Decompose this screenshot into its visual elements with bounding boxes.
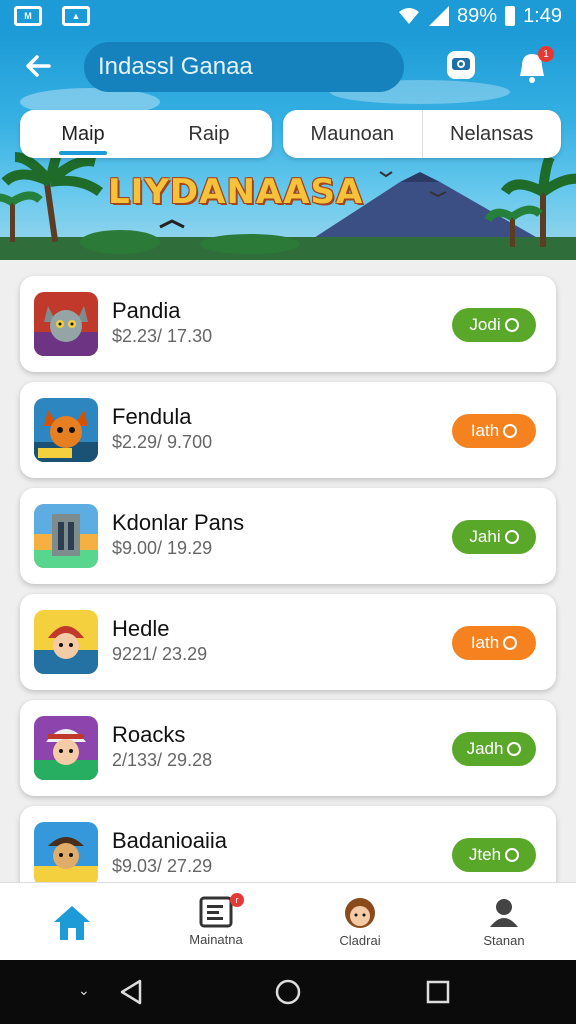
get-button[interactable]: Jodi [452,308,536,342]
notification-badge: 1 [538,46,554,62]
app-name: Kdonlar Pans [112,510,245,535]
nav-label: Stanan [483,933,525,948]
app-price: $9.00/ 19.29 [112,538,213,558]
list-item[interactable]: Hedle 9221/ 23.29 Iath [20,594,556,690]
back-button[interactable] [20,48,56,84]
status-bar: M ▲ 89% 1:49 [0,0,576,32]
app-name: Fendula [112,404,192,429]
tab-group-left: Maip Raip [20,110,272,158]
get-button[interactable]: Jadh [452,732,536,766]
app-notification-icon: ▲ [62,6,90,26]
search-field[interactable]: Indassl Ganaa [84,42,404,92]
tab-group-right: Maunoan Nelansas [283,110,561,158]
app-name: Badanioaiia [112,828,227,853]
get-button-label: Jodi [469,315,501,334]
signal-icon [429,6,450,26]
list-item[interactable]: Pandia $2.23/ 17.30 Jodi [20,276,556,372]
camera-button[interactable] [442,46,480,84]
pirate-character-icon [34,822,98,882]
clock: 1:49 [523,4,562,27]
battery-text: 89% [457,4,498,27]
recents-nav-icon[interactable] [426,980,450,1004]
tab-raip[interactable]: Raip [146,110,272,158]
arrow-left-icon [26,55,51,77]
battery-icon [505,6,516,26]
tab-maunoan[interactable]: Maunoan [283,110,422,158]
system-nav-bar: ⌄ [0,960,576,1024]
building-icon [34,504,98,568]
app-name: Pandia [112,298,181,323]
warrior-character-icon [34,610,98,674]
app-list: Pandia $2.23/ 17.30 Jodi Fendula $2.29/ … [0,260,576,882]
keyboard-toggle-icon[interactable]: ⌄ [78,982,90,999]
get-button-label: Jahi [469,527,501,546]
search-text: Indassl Ganaa [98,53,253,80]
elf-character-icon [34,716,98,780]
app-name: Roacks [112,722,186,747]
wifi-icon [399,8,420,24]
nav-stanan[interactable]: Stanan [432,883,576,960]
get-button-label: Jadh [466,739,504,758]
check-icon [503,424,518,438]
home-icon [54,905,90,940]
check-icon [503,636,518,650]
app-price: $2.23/ 17.30 [112,326,213,346]
back-nav-icon[interactable] [118,978,144,1006]
camera-icon [447,51,475,79]
get-button[interactable]: Jteh [452,838,536,872]
app-price: 9221/ 23.29 [112,644,208,664]
profile-icon [490,899,518,927]
cat-character-icon [34,292,98,356]
nav-home[interactable] [0,883,144,960]
news-icon [199,896,233,928]
nav-label: Cladrai [339,933,381,948]
avatar-icon [345,898,375,928]
check-icon [504,318,519,332]
check-icon [504,530,519,544]
fox-character-icon [34,398,98,462]
get-button-label: Jteh [468,845,502,864]
list-item[interactable]: Kdonlar Pans $9.00/ 19.29 Jahi [20,488,556,584]
tab-maip[interactable]: Maip [20,110,146,158]
app-price: 2/133/ 29.28 [112,750,213,770]
get-button[interactable]: Iath [452,414,536,448]
app-name: Hedle [112,616,170,641]
nav-cladrai[interactable]: Cladrai [288,883,432,960]
list-item[interactable]: Fendula $2.29/ 9.700 Iath [20,382,556,478]
notification-icon: M [14,6,42,26]
notifications-button[interactable]: 1 [512,46,556,86]
check-icon [505,848,520,862]
get-button-label: Iath [470,421,500,440]
home-nav-icon[interactable] [274,978,302,1006]
get-button[interactable]: Jahi [452,520,536,554]
nav-mainatna[interactable]: r Mainatna [144,883,288,960]
nav-label: Mainatna [189,932,243,947]
nav-badge: r [230,893,244,907]
app-price: $2.29/ 9.700 [112,432,213,452]
banner-title: LIYDANAASA [108,172,364,212]
get-button-label: Iath [470,633,500,652]
list-item[interactable]: Roacks 2/133/ 29.28 Jadh [20,700,556,796]
app-price: $9.03/ 27.29 [112,856,213,876]
tab-nelansas[interactable]: Nelansas [421,110,562,158]
list-item[interactable]: Badanioaiia $9.03/ 27.29 Jteh [20,806,556,882]
check-icon [507,742,522,756]
get-button[interactable]: Iath [452,626,536,660]
bottom-nav: r Mainatna Cladrai Stanan [0,882,576,960]
